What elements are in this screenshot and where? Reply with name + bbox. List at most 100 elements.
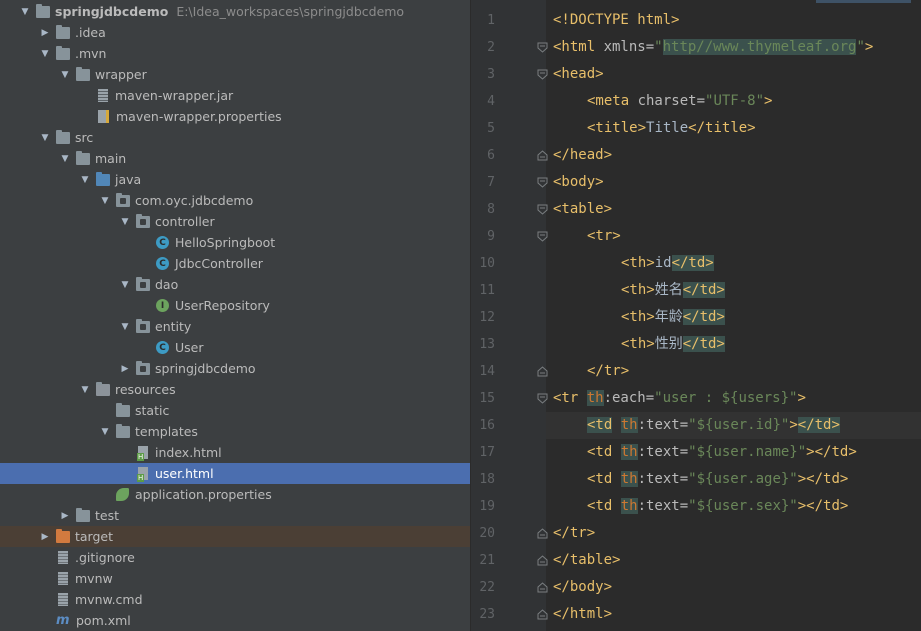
tree-item[interactable]: ▼ entity xyxy=(0,316,470,337)
fold-close-icon[interactable] xyxy=(537,555,548,566)
expand-arrow-icon[interactable]: ▼ xyxy=(100,196,110,206)
code-line[interactable]: <th>年龄</td> xyxy=(621,304,725,331)
fold-open-icon[interactable] xyxy=(537,231,548,242)
tree-item[interactable]: ▶mvnw xyxy=(0,568,470,589)
code-editor[interactable]: 1 2 3 4 5 6 7 8 9 10 11 12 13 14 15 16 17 18 19 20 21 22 23 <!… xyxy=(471,0,921,631)
text-file-icon xyxy=(58,593,68,606)
code-line[interactable]: <meta charset="UTF-8"> xyxy=(587,88,772,115)
fold-close-icon[interactable] xyxy=(537,528,548,539)
fold-open-icon[interactable] xyxy=(537,69,548,80)
code-line[interactable]: <td th:text="${user.name}"></td> xyxy=(587,439,857,466)
code-line[interactable]: </body> xyxy=(553,574,612,601)
editor-gutter: 1 2 3 4 5 6 7 8 9 10 11 12 13 14 15 16 17 18 19 20 21 22 23 xyxy=(471,0,548,631)
expand-arrow-icon[interactable]: ▼ xyxy=(120,322,130,332)
expand-arrow-icon[interactable]: ▼ xyxy=(120,280,130,290)
expand-arrow-icon[interactable]: ▼ xyxy=(80,385,90,395)
line-number: 12 xyxy=(479,310,495,325)
tree-item[interactable]: ▶application.properties xyxy=(0,484,470,505)
code-line[interactable]: <body> xyxy=(553,169,604,196)
fold-close-icon[interactable] xyxy=(537,609,548,620)
tree-item[interactable]: ▶ target xyxy=(0,526,470,547)
tree-item[interactable]: ▶CJdbcController xyxy=(0,253,470,274)
code-line[interactable]: <title>Title</title> xyxy=(587,115,756,142)
tree-item-label: JdbcController xyxy=(175,256,263,271)
tree-item[interactable]: ▶ springjdbcdemo xyxy=(0,358,470,379)
fold-close-icon[interactable] xyxy=(537,582,548,593)
code-line[interactable]: <th>id</td> xyxy=(621,250,714,277)
tree-item[interactable]: ▼ springjdbcdemo E:\Idea_workspaces\spring… xyxy=(0,1,470,22)
code-line[interactable]: </tr> xyxy=(587,358,629,385)
html-file-icon xyxy=(137,446,148,461)
tree-item[interactable]: ▼ dao xyxy=(0,274,470,295)
collapse-arrow-icon[interactable]: ▶ xyxy=(60,511,70,521)
tree-item[interactable]: ▶CHelloSpringboot xyxy=(0,232,470,253)
package-icon xyxy=(116,192,130,207)
fold-close-icon[interactable] xyxy=(537,150,548,161)
tree-item[interactable]: ▶index.html xyxy=(0,442,470,463)
tree-item-label: UserRepository xyxy=(175,298,270,313)
line-number: 8 xyxy=(487,202,495,217)
code-line[interactable]: <!DOCTYPE html> xyxy=(553,7,679,34)
expand-arrow-icon[interactable]: ▼ xyxy=(20,7,30,17)
tree-item[interactable]: ▶maven-wrapper.jar xyxy=(0,85,470,106)
tree-item[interactable]: ▼ com.oyc.jdbcdemo xyxy=(0,190,470,211)
expand-arrow-icon[interactable]: ▼ xyxy=(40,133,50,143)
tree-item[interactable]: ▶user.html xyxy=(0,463,470,484)
line-number: 6 xyxy=(487,148,495,163)
tree-item[interactable]: ▼ controller xyxy=(0,211,470,232)
tree-item-label: index.html xyxy=(155,445,222,460)
expand-arrow-icon[interactable]: ▼ xyxy=(80,175,90,185)
code-line[interactable]: </tr> xyxy=(553,520,595,547)
fold-open-icon[interactable] xyxy=(537,42,548,53)
code-line[interactable]: </table> xyxy=(553,547,620,574)
tree-item[interactable]: ▼ java xyxy=(0,169,470,190)
code-line[interactable]: <td th:text="${user.id}"></td> xyxy=(587,412,840,439)
code-line[interactable]: <td th:text="${user.age}"></td> xyxy=(587,466,848,493)
code-line[interactable]: <table> xyxy=(553,196,612,223)
tree-item[interactable]: ▶.gitignore xyxy=(0,547,470,568)
fold-close-icon[interactable] xyxy=(537,366,548,377)
tree-item[interactable]: ▶ .idea xyxy=(0,22,470,43)
code-line[interactable]: </head> xyxy=(553,142,612,169)
collapse-arrow-icon[interactable]: ▶ xyxy=(120,364,130,374)
code-line[interactable]: <html xmlns="http//www.thymeleaf.org"> xyxy=(553,34,873,61)
tree-item[interactable]: ▼ wrapper xyxy=(0,64,470,85)
tree-item-label: user.html xyxy=(155,466,214,481)
tree-item[interactable]: ▼ resources xyxy=(0,379,470,400)
tree-item[interactable]: ▼ .mvn xyxy=(0,43,470,64)
tree-item[interactable]: ▶static xyxy=(0,400,470,421)
code-line[interactable]: <tr th:each="user : ${users}"> xyxy=(553,385,806,412)
expand-arrow-icon[interactable]: ▼ xyxy=(120,217,130,227)
fold-open-icon[interactable] xyxy=(537,204,548,215)
code-line[interactable]: </html> xyxy=(553,601,612,628)
tree-item-label: dao xyxy=(155,277,179,292)
code-line[interactable]: <th>性别</td> xyxy=(621,331,725,358)
line-number: 21 xyxy=(479,553,495,568)
expand-arrow-icon[interactable]: ▼ xyxy=(60,70,70,80)
line-number: 10 xyxy=(479,256,495,271)
collapse-arrow-icon[interactable]: ▶ xyxy=(40,532,50,542)
expand-arrow-icon[interactable]: ▼ xyxy=(60,154,70,164)
fold-open-icon[interactable] xyxy=(537,393,548,404)
tree-item[interactable]: ▶maven-wrapper.properties xyxy=(0,106,470,127)
code-line[interactable]: <td th:text="${user.sex}"></td> xyxy=(587,493,848,520)
excluded-folder-icon xyxy=(56,528,70,543)
code-line[interactable]: <tr> xyxy=(587,223,621,250)
tree-item[interactable]: ▶mpom.xml xyxy=(0,610,470,631)
tree-item[interactable]: ▶mvnw.cmd xyxy=(0,589,470,610)
code-line[interactable]: <head> xyxy=(553,61,604,88)
source-folder-icon xyxy=(96,171,110,186)
line-number: 3 xyxy=(487,67,495,82)
tree-item[interactable]: ▼ templates xyxy=(0,421,470,442)
expand-arrow-icon[interactable]: ▼ xyxy=(40,49,50,59)
tree-item[interactable]: ▶CUser xyxy=(0,337,470,358)
code-line[interactable]: <th>姓名</td> xyxy=(621,277,725,304)
maven-icon: m xyxy=(56,613,70,628)
tree-item[interactable]: ▼ src xyxy=(0,127,470,148)
expand-arrow-icon[interactable]: ▼ xyxy=(100,427,110,437)
fold-open-icon[interactable] xyxy=(537,177,548,188)
collapse-arrow-icon[interactable]: ▶ xyxy=(40,28,50,38)
tree-item[interactable]: ▼ main xyxy=(0,148,470,169)
tree-item[interactable]: ▶IUserRepository xyxy=(0,295,470,316)
tree-item[interactable]: ▶ test xyxy=(0,505,470,526)
